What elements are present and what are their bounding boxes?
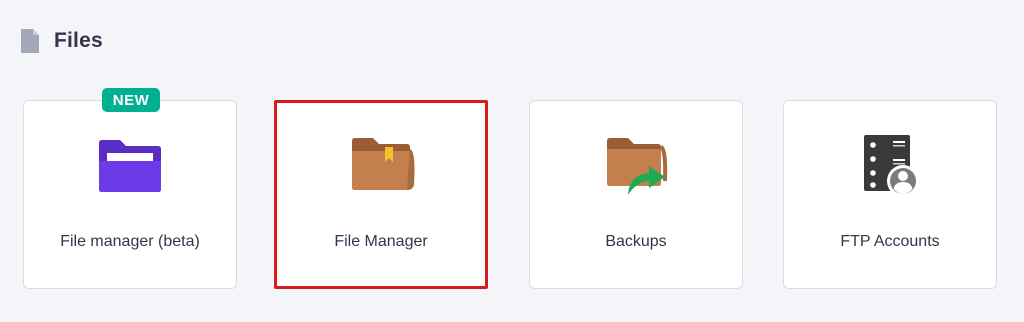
- card-ftp-accounts[interactable]: FTP Accounts: [783, 100, 997, 289]
- card-label: File Manager: [334, 233, 428, 250]
- section-header: Files: [20, 28, 103, 54]
- section-title: Files: [54, 29, 103, 52]
- folder-arrow-icon: [607, 138, 668, 195]
- brown-folder-bookmark-icon: [352, 138, 415, 190]
- card-label: Backups: [605, 233, 667, 250]
- card-label: FTP Accounts: [840, 233, 940, 250]
- purple-folder-icon: [99, 140, 161, 192]
- new-badge: NEW: [102, 88, 160, 112]
- card-file-manager-beta[interactable]: File manager (beta): [23, 100, 237, 289]
- card-backups[interactable]: Backups: [529, 100, 743, 289]
- document-icon: [21, 29, 39, 53]
- card-file-manager[interactable]: File Manager: [274, 100, 488, 289]
- card-label: File manager (beta): [60, 233, 200, 250]
- server-user-icon: [864, 135, 919, 197]
